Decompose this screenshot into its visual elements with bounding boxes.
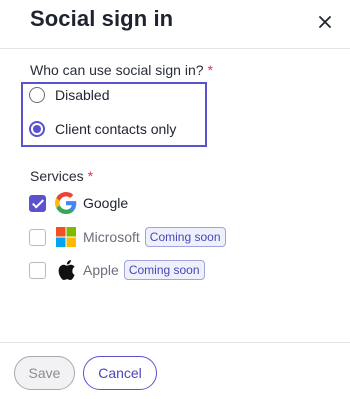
cancel-button[interactable]: Cancel <box>83 356 157 390</box>
required-mark: * <box>87 168 94 184</box>
radio-button[interactable] <box>29 87 45 103</box>
dialog-footer: Save Cancel <box>0 342 350 399</box>
dialog-title: Social sign in <box>30 6 174 31</box>
save-button[interactable]: Save <box>14 356 75 390</box>
radio-button[interactable] <box>29 121 45 137</box>
radio-client-contacts-only[interactable]: Client contacts only <box>29 121 176 137</box>
service-name: Google <box>83 195 129 211</box>
service-google: Google <box>29 192 128 214</box>
services-label: Services * <box>30 168 94 184</box>
radio-label-client-contacts-only: Client contacts only <box>55 121 177 137</box>
google-logo-icon <box>55 192 77 214</box>
service-microsoft: Microsoft Coming soon <box>29 226 226 248</box>
close-icon[interactable] <box>316 13 334 31</box>
service-name: Apple <box>83 262 119 278</box>
service-name: Microsoft <box>83 229 140 245</box>
service-apple: Apple Coming soon <box>29 259 205 281</box>
access-label: Who can use social sign in? * <box>30 62 213 78</box>
apple-logo-icon <box>55 259 77 281</box>
apple-checkbox[interactable] <box>29 261 46 279</box>
google-checkbox[interactable] <box>29 194 46 212</box>
coming-soon-badge: Coming soon <box>123 260 205 280</box>
coming-soon-badge: Coming soon <box>144 227 226 247</box>
radio-label-disabled: Disabled <box>55 87 110 103</box>
microsoft-checkbox[interactable] <box>29 228 46 246</box>
dialog-header: Social sign in <box>0 0 350 49</box>
required-mark: * <box>207 62 213 78</box>
microsoft-logo-icon <box>55 226 77 248</box>
radio-disabled[interactable]: Disabled <box>29 87 109 103</box>
